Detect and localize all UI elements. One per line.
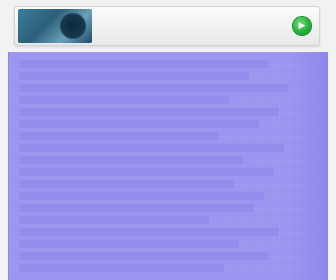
- blurred-text-line: [19, 132, 219, 140]
- ad-content-panel[interactable]: [8, 52, 328, 280]
- ad-thumbnail-image[interactable]: [18, 9, 92, 43]
- blurred-text-line: [19, 228, 279, 236]
- go-button[interactable]: ▶: [293, 17, 311, 35]
- panel-side-shade: [289, 52, 327, 280]
- ad-banner[interactable]: ▶: [14, 6, 320, 46]
- banner-text: [100, 11, 293, 41]
- blurred-text-line: [19, 60, 269, 68]
- blurred-text-line: [19, 168, 274, 176]
- ad-container[interactable]: ▶: [0, 0, 336, 280]
- blurred-text-line: [19, 96, 229, 104]
- blurred-text-line: [19, 192, 264, 200]
- arrow-right-icon: ▶: [298, 20, 306, 31]
- blurred-text-line: [19, 84, 289, 92]
- blurred-text-line: [19, 252, 269, 260]
- blurred-text-line: [19, 240, 239, 248]
- blurred-text-line: [19, 120, 259, 128]
- blurred-text-line: [19, 144, 284, 152]
- blurred-text-line: [19, 108, 279, 116]
- blurred-text-line: [19, 72, 249, 80]
- blurred-text-line: [19, 216, 209, 224]
- blurred-text-line: [19, 156, 244, 164]
- blurred-text-line: [19, 264, 224, 272]
- blurred-text-line: [19, 180, 234, 188]
- blurred-text-line: [19, 204, 254, 212]
